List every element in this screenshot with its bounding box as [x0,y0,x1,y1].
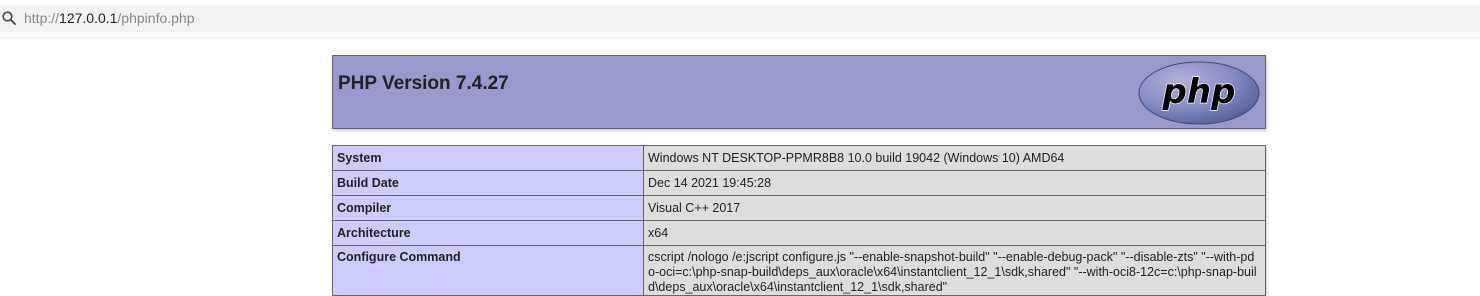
table-row: Configure Command cscript /nologo /e:jsc… [332,245,1266,296]
table-row: Architecture x64 [332,220,1266,246]
page-title: PHP Version 7.4.27 [338,73,509,94]
url-path: /phpinfo.php [117,10,195,26]
row-value: cscript /nologo /e:jscript configure.js … [643,245,1266,296]
table-row: Build Date Dec 14 2021 19:45:28 [332,170,1266,196]
phpinfo-content: PHP Version 7.4.27 php System Windows NT… [332,55,1266,296]
url-field[interactable] [0,5,1480,32]
row-value: x64 [643,220,1266,246]
row-value: Windows NT DESKTOP-PPMR8B8 10.0 build 19… [643,145,1266,171]
configure-command-text: cscript /nologo /e:jscript configure.js … [648,250,1257,294]
url-scheme: http:// [24,10,60,26]
url-text[interactable]: http://127.0.0.1/phpinfo.php [24,10,195,27]
search-icon [2,11,16,25]
row-label: Compiler [332,195,644,221]
url-host: 127.0.0.1 [59,10,118,26]
php-version-header: PHP Version 7.4.27 php [332,55,1266,129]
php-logo-text: php [1162,72,1236,112]
row-value: Dec 14 2021 19:45:28 [643,170,1266,196]
info-table: System Windows NT DESKTOP-PPMR8B8 10.0 b… [332,145,1266,296]
row-label: Configure Command [332,245,644,296]
row-value: Visual C++ 2017 [643,195,1266,221]
row-label: System [332,145,644,171]
row-label: Architecture [332,220,644,246]
row-label: Build Date [332,170,644,196]
php-logo-icon[interactable]: php [1138,61,1260,125]
browser-address-bar: http://127.0.0.1/phpinfo.php [0,0,1480,38]
table-row: Compiler Visual C++ 2017 [332,195,1266,221]
table-row: System Windows NT DESKTOP-PPMR8B8 10.0 b… [332,145,1266,171]
